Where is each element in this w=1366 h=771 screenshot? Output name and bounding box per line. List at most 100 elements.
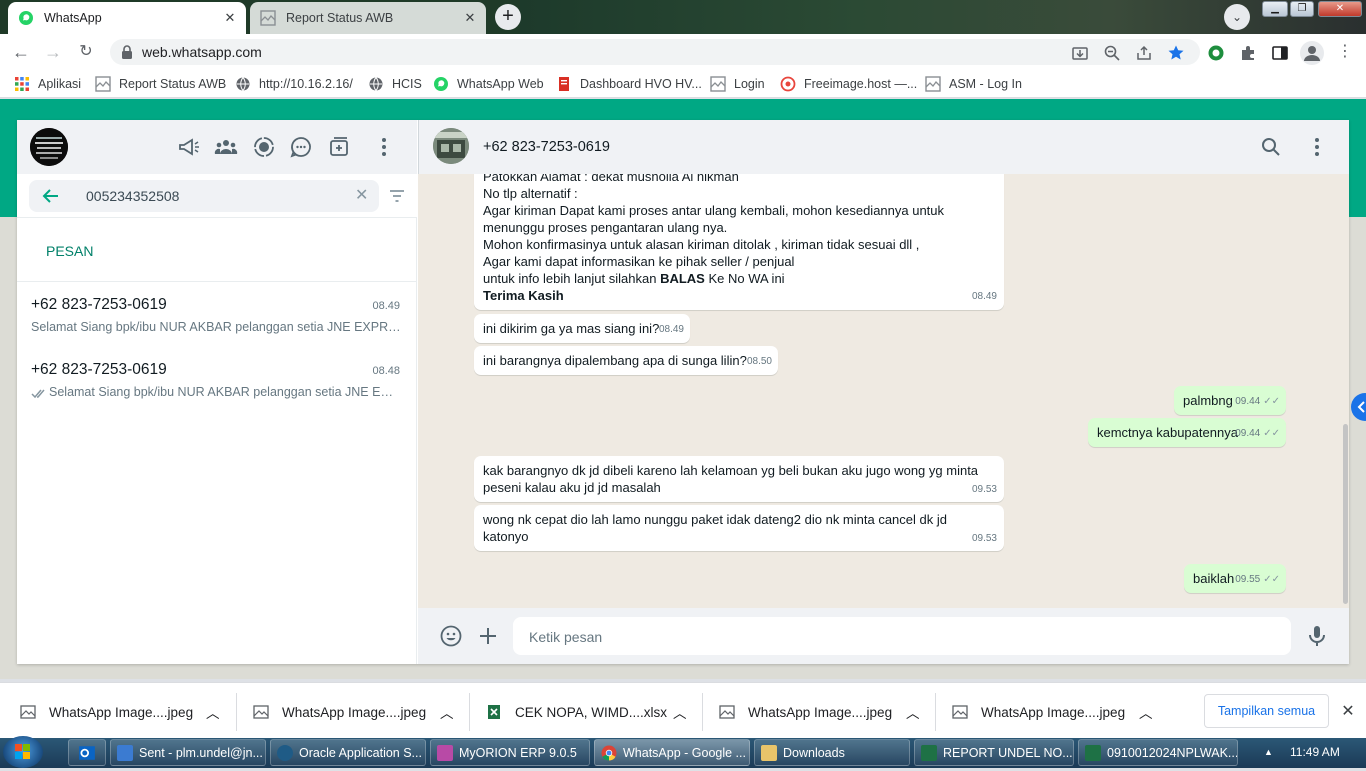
menu-kebab-icon[interactable]: ⋮: [1332, 39, 1358, 65]
chevron-up-icon[interactable]: ︿: [206, 701, 220, 723]
bookmark-freeimage[interactable]: Freeimage.host —...: [780, 76, 917, 92]
extensions-puzzle-icon[interactable]: [1239, 44, 1257, 62]
download-item-2[interactable]: WhatsApp Image....jpeg: [253, 701, 426, 723]
message-bubble-outgoing[interactable]: kemctnya kabupatennya 09.44 ✓✓: [1088, 418, 1286, 447]
chevron-up-icon[interactable]: ︿: [906, 701, 920, 723]
channels-icon[interactable]: [289, 135, 313, 159]
back-arrow-icon[interactable]: [41, 186, 61, 206]
message-bubble-outgoing[interactable]: palmbng 09.44 ✓✓: [1174, 386, 1286, 415]
tab-report-status-awb[interactable]: Report Status AWB ✕: [250, 2, 486, 34]
bookmark-aplikasi[interactable]: Aplikasi: [14, 76, 81, 92]
bookmark-asm-login[interactable]: ASM - Log In: [925, 76, 1022, 92]
download-item-1[interactable]: WhatsApp Image....jpeg: [20, 701, 193, 723]
bookmark-login[interactable]: Login: [710, 76, 765, 92]
tray-expand-icon[interactable]: ▲: [1264, 747, 1274, 757]
bookmark-star-icon[interactable]: [1167, 44, 1185, 62]
message-bubble-outgoing[interactable]: baiklah 09.55 ✓✓: [1184, 564, 1286, 593]
taskbar-outlook-icon[interactable]: [68, 739, 106, 766]
taskbar-label: Sent - plm.undel@jn...: [139, 745, 263, 760]
bookmark-dashboard-hvo[interactable]: Dashboard HVO HV...: [556, 76, 702, 92]
taskbar-clock[interactable]: 11:49 AM: [1290, 745, 1340, 759]
myorion-icon: [437, 744, 453, 761]
message-bubble-incoming[interactable]: Patokkan Alamat : dekat musholla Al hikm…: [474, 174, 1004, 310]
chevron-up-icon[interactable]: ︿: [440, 701, 454, 723]
profile-avatar-icon[interactable]: [1300, 41, 1324, 65]
contact-avatar[interactable]: [433, 128, 469, 164]
extension-green-icon[interactable]: [1207, 44, 1225, 62]
new-tab-button[interactable]: +: [495, 4, 521, 30]
taskbar-item-downloads[interactable]: Downloads: [754, 739, 910, 766]
taskbar-item-excel-npl[interactable]: 0910012024NPLWAK...: [1078, 739, 1238, 766]
image-file-icon: [952, 705, 968, 719]
image-file-icon: [20, 705, 36, 719]
message-bubble-incoming[interactable]: kak barangnyo dk jd dibeli kareno lah ke…: [474, 456, 1004, 502]
download-item-5[interactable]: WhatsApp Image....jpeg: [952, 701, 1125, 723]
taskbar-item-chrome[interactable]: WhatsApp - Google ...: [594, 739, 750, 766]
back-arrow-icon[interactable]: ←: [8, 39, 34, 65]
message-bubble-incoming[interactable]: wong nk cepat dio lah lamo nunggu paket …: [474, 505, 1004, 551]
message-text: ini barangnya dipalembang apa di sunga l…: [483, 353, 747, 368]
user-avatar[interactable]: [30, 128, 68, 166]
bookmark-ip[interactable]: http://10.16.2.16/: [235, 76, 353, 92]
maximize-button[interactable]: ❐: [1290, 1, 1314, 17]
image-file-icon: [253, 705, 269, 719]
search-result-chat-1[interactable]: +62 823-7253-0619 08.49 Selamat Siang bp…: [17, 282, 417, 346]
download-filename: WhatsApp Image....jpeg: [282, 704, 427, 720]
close-tab-icon[interactable]: ✕: [462, 10, 478, 26]
bookmark-hcis[interactable]: HCIS: [368, 76, 422, 92]
windows-start-button[interactable]: [3, 736, 43, 768]
taskbar-item-myorion[interactable]: MyORION ERP 9.0.5: [430, 739, 590, 766]
menu-kebab-icon[interactable]: [372, 135, 396, 159]
microphone-icon[interactable]: [1305, 624, 1329, 648]
message-time: 08.49: [971, 291, 997, 302]
chevron-up-icon[interactable]: ︿: [673, 701, 687, 723]
taskbar-item-oracle[interactable]: Oracle Application S...: [270, 739, 426, 766]
menu-kebab-icon[interactable]: [1305, 135, 1329, 159]
download-item-3[interactable]: CEK NOPA, WIMD....xlsx: [486, 701, 667, 723]
tab-search-chevron-icon[interactable]: ⌄: [1224, 4, 1250, 30]
message-list: Patokkan Alamat : dekat musholla Al hikm…: [418, 174, 1349, 608]
attach-plus-icon[interactable]: [476, 624, 500, 648]
chevron-up-icon[interactable]: ︿: [1139, 701, 1153, 723]
close-icon[interactable]: ✕: [1338, 701, 1358, 721]
download-item-4[interactable]: WhatsApp Image....jpeg: [719, 701, 892, 723]
taskbar-item-excel-report[interactable]: REPORT UNDEL NO...: [914, 739, 1074, 766]
message-list-scrollbar[interactable]: [1343, 424, 1348, 604]
install-app-icon[interactable]: [1071, 44, 1089, 62]
taskbar-label: Oracle Application S...: [299, 745, 422, 760]
message-line: No tlp alternatif :: [483, 186, 578, 201]
message-time: 09.53: [971, 484, 997, 495]
tab-whatsapp[interactable]: WhatsApp ✕: [8, 2, 246, 34]
bookmark-whatsapp-web[interactable]: WhatsApp Web: [433, 76, 544, 92]
message-time: 09.44: [1235, 428, 1261, 439]
community-people-icon[interactable]: [214, 135, 238, 159]
minimize-button[interactable]: ▁: [1262, 1, 1288, 17]
clear-search-icon[interactable]: ✕: [355, 188, 371, 204]
double-check-icon: [31, 389, 45, 399]
contact-name[interactable]: +62 823-7253-0619: [483, 139, 610, 155]
message-input[interactable]: Ketik pesan: [513, 617, 1291, 655]
forward-arrow-icon[interactable]: →: [40, 39, 66, 65]
message-bubble-incoming[interactable]: ini dikirim ga ya mas siang ini? 08.49: [474, 314, 690, 343]
search-icon[interactable]: [1261, 137, 1281, 157]
close-window-button[interactable]: ✕: [1318, 1, 1362, 17]
message-bubble-incoming[interactable]: ini barangnya dipalembang apa di sunga l…: [474, 346, 778, 375]
zoom-icon[interactable]: [1103, 44, 1121, 62]
reload-icon[interactable]: ↻: [73, 39, 99, 65]
bookmark-report-status-awb[interactable]: Report Status AWB: [95, 76, 226, 92]
address-bar[interactable]: web.whatsapp.com: [110, 39, 1200, 65]
new-chat-icon[interactable]: [327, 135, 351, 159]
communities-megaphone-icon[interactable]: [177, 135, 201, 159]
show-all-downloads-button[interactable]: Tampilkan semua: [1204, 694, 1329, 728]
close-tab-icon[interactable]: ✕: [222, 10, 238, 26]
search-input[interactable]: 005234352508 ✕: [29, 180, 379, 212]
lock-icon: [122, 45, 132, 59]
sidebar-toggle-button[interactable]: [1351, 393, 1366, 421]
search-result-chat-2[interactable]: +62 823-7253-0619 08.48 Selamat Siang bp…: [17, 347, 417, 411]
status-ring-icon[interactable]: [252, 135, 276, 159]
share-icon[interactable]: [1135, 44, 1153, 62]
taskbar-item-outlook[interactable]: Sent - plm.undel@jn...: [110, 739, 266, 766]
emoji-icon[interactable]: [439, 624, 463, 648]
filter-icon[interactable]: [389, 188, 405, 204]
side-panel-icon[interactable]: [1271, 44, 1289, 62]
